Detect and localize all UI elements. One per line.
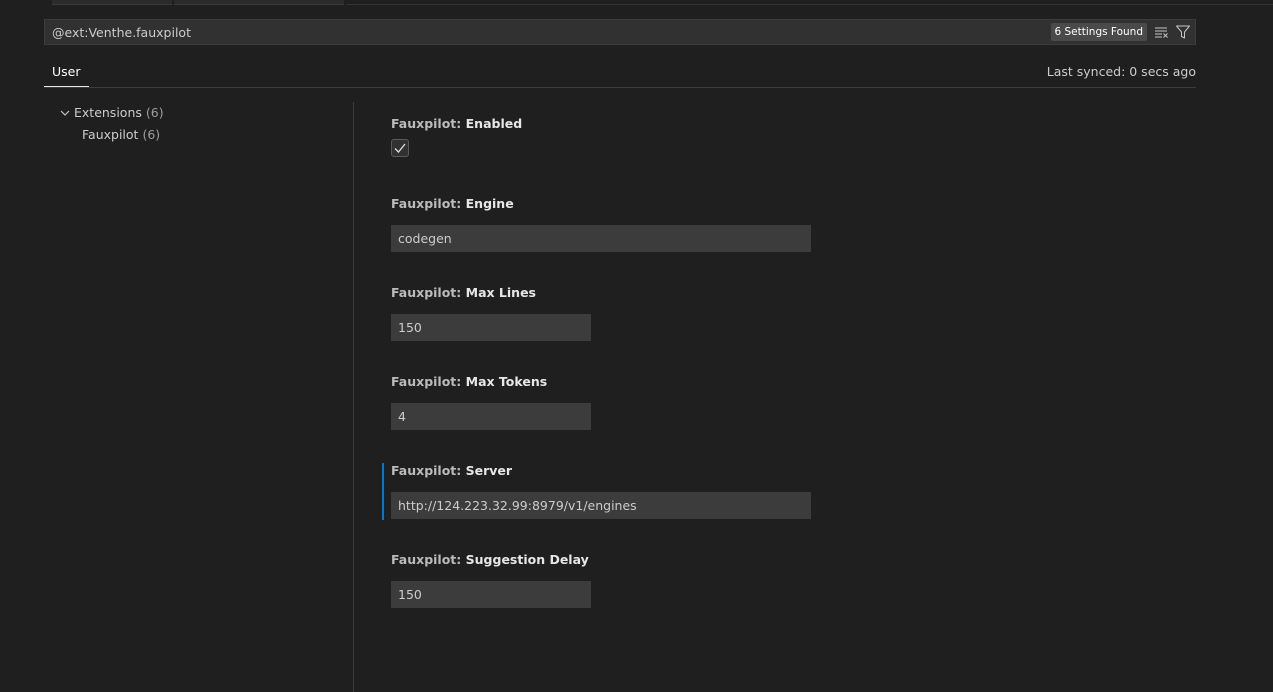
max-lines-input[interactable] xyxy=(391,314,591,341)
focused-setting-indicator xyxy=(382,463,384,520)
tab-user[interactable]: User xyxy=(44,56,89,87)
clear-filter-icon[interactable] xyxy=(1151,22,1171,42)
suggestion-delay-input[interactable] xyxy=(391,581,591,608)
setting-title: Fauxpilot: Server xyxy=(391,463,513,478)
filter-icon[interactable] xyxy=(1173,22,1193,42)
setting-title: Fauxpilot: Suggestion Delay xyxy=(391,552,589,567)
settings-search-bar: 6 Settings Found xyxy=(44,19,1196,45)
setting-enabled: Fauxpilot: Enabled xyxy=(391,116,522,157)
editor-tab[interactable] xyxy=(174,0,344,5)
engine-input[interactable] xyxy=(391,225,811,252)
check-icon xyxy=(394,143,406,153)
results-count-badge: 6 Settings Found xyxy=(1050,23,1147,41)
settings-search-input[interactable] xyxy=(45,20,1051,44)
setting-suggestion-delay: Fauxpilot: Suggestion Delay xyxy=(391,552,591,608)
toc-item-count: (6) xyxy=(142,127,161,142)
setting-server: Fauxpilot: Server xyxy=(391,463,811,519)
setting-title: Fauxpilot: Max Lines xyxy=(391,285,536,300)
max-tokens-input[interactable] xyxy=(391,403,591,430)
last-synced-status: Last synced: 0 secs ago xyxy=(1046,64,1196,79)
settings-toc: Extensions (6) Fauxpilot (6) xyxy=(44,102,353,692)
setting-title: Fauxpilot: Enabled xyxy=(391,116,523,131)
toc-divider xyxy=(353,102,354,692)
setting-title: Fauxpilot: Max Tokens xyxy=(391,374,548,389)
enabled-checkbox[interactable] xyxy=(391,139,409,157)
editor-tab[interactable] xyxy=(52,0,172,5)
editor-tab-strip xyxy=(0,0,1273,5)
server-input[interactable] xyxy=(391,492,811,519)
setting-engine: Fauxpilot: Engine xyxy=(391,196,811,252)
toc-item-label: Extensions xyxy=(74,105,142,120)
setting-title: Fauxpilot: Engine xyxy=(391,196,514,211)
chevron-down-icon xyxy=(58,106,72,120)
setting-max-tokens: Fauxpilot: Max Tokens xyxy=(391,374,591,430)
settings-scope-tabs: User Last synced: 0 secs ago xyxy=(44,56,1196,88)
toc-item-count: (6) xyxy=(145,105,164,120)
toc-item-fauxpilot[interactable]: Fauxpilot (6) xyxy=(82,127,160,142)
toc-item-label: Fauxpilot xyxy=(82,127,139,142)
toc-item-extensions[interactable]: Extensions (6) xyxy=(58,105,164,120)
tab-strip-border xyxy=(346,4,1273,5)
setting-max-lines: Fauxpilot: Max Lines xyxy=(391,285,591,341)
